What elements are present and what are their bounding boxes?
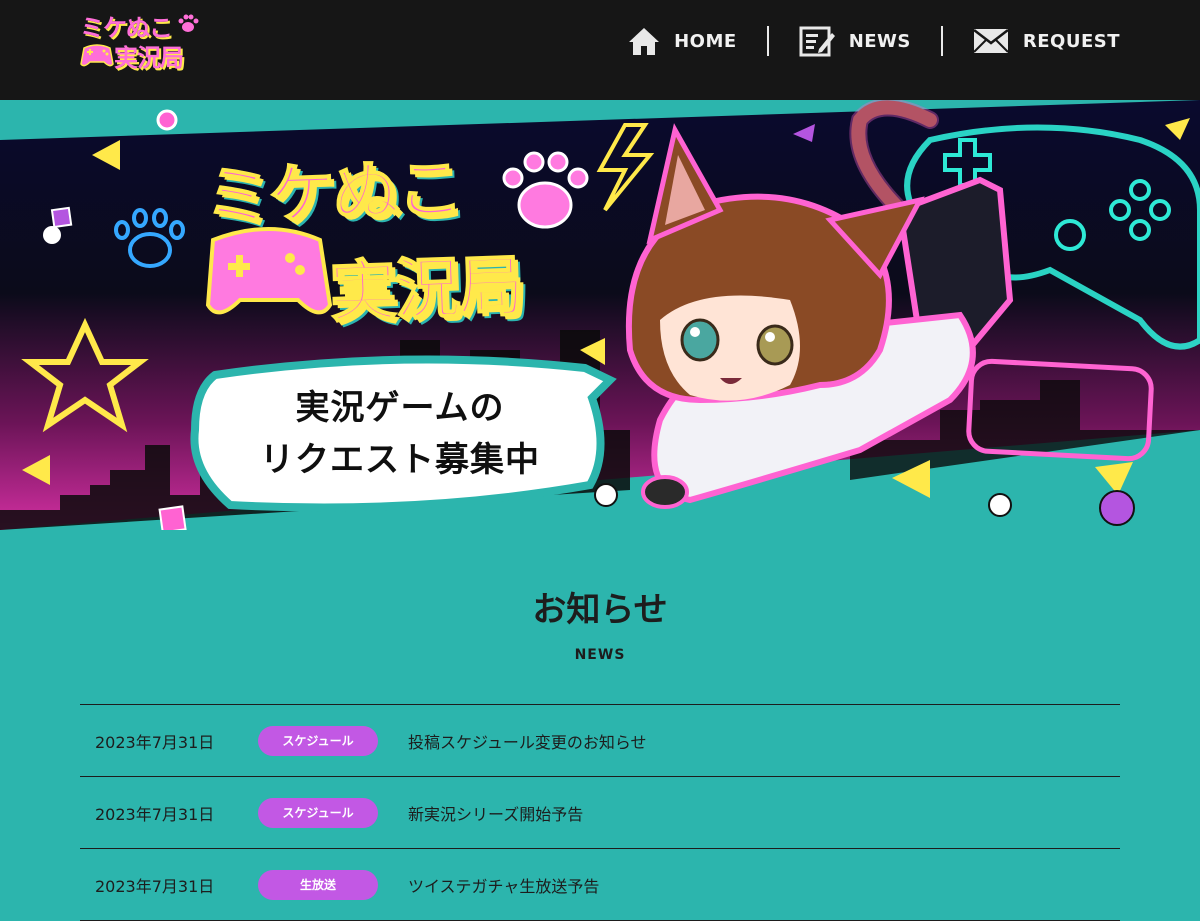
news-section-subtitle: NEWS xyxy=(574,647,626,663)
nav-request-label: REQUEST xyxy=(1022,30,1120,52)
news-date: 2023年7月31日 xyxy=(95,804,215,824)
news-list: 2023年7月31日 スケジュール 投稿スケジュール変更のお知らせ 2023年7… xyxy=(80,704,1120,921)
hero-banner: ミケぬこ 実況局 実況ゲームの リクエスト募集中 xyxy=(0,100,1200,530)
nav-home[interactable]: HOME xyxy=(628,22,737,60)
mail-icon xyxy=(973,29,1009,53)
news-headline: ツイステガチャ生放送予告 xyxy=(408,876,600,896)
news-date: 2023年7月31日 xyxy=(95,732,215,752)
news-item[interactable]: 2023年7月31日 生放送 ツイステガチャ生放送予告 xyxy=(80,849,1120,921)
bubble-line1: 実況ゲームの xyxy=(295,388,505,428)
hero-background xyxy=(0,100,1200,530)
nav-divider xyxy=(940,26,943,56)
main-nav: HOME NEWS REQUEST xyxy=(628,22,1120,60)
news-date: 2023年7月31日 xyxy=(95,876,215,896)
speech-bubble: 実況ゲームの リクエスト募集中 xyxy=(220,382,580,486)
site-header: ミケぬこ 実況局 HOME NEWS REQUEST xyxy=(0,0,1200,100)
news-item[interactable]: 2023年7月31日 スケジュール 新実況シリーズ開始予告 xyxy=(80,777,1120,849)
news-item[interactable]: 2023年7月31日 スケジュール 投稿スケジュール変更のお知らせ xyxy=(80,705,1120,777)
news-edit-icon xyxy=(799,26,835,57)
nav-divider xyxy=(766,26,769,56)
hero-title-line1: ミケぬこ xyxy=(203,150,464,238)
news-section-title: お知らせ xyxy=(532,590,668,630)
gamepad-icon xyxy=(80,44,114,67)
category-badge: スケジュール xyxy=(258,725,378,756)
category-badge: スケジュール xyxy=(258,797,378,828)
nav-news[interactable]: NEWS xyxy=(799,22,911,60)
nav-request[interactable]: REQUEST xyxy=(973,22,1120,60)
category-badge: 生放送 xyxy=(258,869,378,900)
news-headline: 新実況シリーズ開始予告 xyxy=(408,804,584,824)
site-logo[interactable]: ミケぬこ 実況局 xyxy=(80,8,210,72)
logo-text-line2: 実況局 xyxy=(114,44,184,72)
nav-news-label: NEWS xyxy=(848,30,911,52)
nav-home-label: HOME xyxy=(674,30,737,52)
home-icon xyxy=(629,28,660,55)
bubble-line2: リクエスト募集中 xyxy=(260,440,540,480)
hero-title-line2: 実況局 xyxy=(328,247,525,333)
paw-icon xyxy=(178,14,199,32)
news-headline: 投稿スケジュール変更のお知らせ xyxy=(408,732,647,752)
